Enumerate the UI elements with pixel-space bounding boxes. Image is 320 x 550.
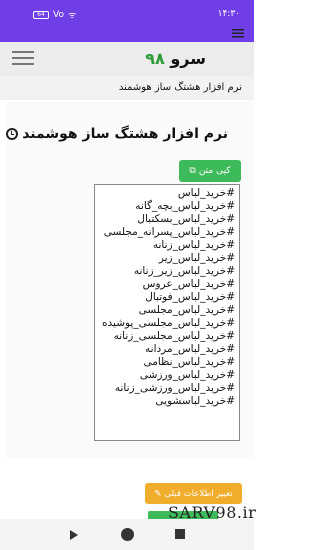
change-previous-info-button[interactable]: ✎ تغییر اطلاعات قبلی	[145, 483, 242, 504]
signal-icon: Vo	[53, 9, 64, 20]
back-icon[interactable]	[70, 530, 78, 540]
brand-logo[interactable]: سرو ۹۸	[145, 49, 206, 68]
brand-number: ۹۸	[145, 49, 165, 68]
wifi-icon: ᯤ	[67, 11, 77, 21]
clock-icon	[6, 128, 19, 140]
android-nav-bar	[0, 519, 254, 550]
top-band	[0, 26, 254, 42]
hashtags-textarea[interactable]: #خرید_لباس #خرید_لباس_بچه_گانه #خرید_لبا…	[94, 184, 240, 441]
copy-button-label: کپی متن	[198, 166, 231, 176]
hamburger-line-icon	[12, 63, 34, 65]
hamburger-line-icon	[12, 57, 34, 59]
brand-word: سرو	[170, 49, 206, 68]
status-time: ۱۴:۳۰	[217, 9, 240, 19]
status-bar: 64 Vo ᯤ ۱۴:۳۰	[0, 0, 254, 26]
battery-icon: 64	[33, 10, 49, 19]
copy-icon: ⧉	[189, 166, 196, 176]
card-title: نرم افزار هشتگ ساز هوشمند	[6, 126, 228, 142]
navbar: سرو ۹۸	[0, 42, 254, 76]
page-subtitle: نرم افزار هشتگ ساز هوشمند	[0, 76, 254, 100]
change-button-label: تغییر اطلاعات قبلی	[164, 488, 233, 499]
generator-card: نرم افزار هشتگ ساز هوشمند ⧉ کپی متن #خری…	[6, 102, 254, 458]
home-icon[interactable]	[121, 528, 134, 541]
status-icons: 64 Vo ᯤ	[33, 8, 76, 21]
menu-icon[interactable]	[232, 27, 244, 39]
pencil-icon: ✎	[154, 488, 162, 499]
copy-text-button[interactable]: ⧉ کپی متن	[179, 160, 241, 182]
card-title-text: نرم افزار هشتگ ساز هوشمند	[22, 126, 228, 142]
hamburger-menu-button[interactable]	[12, 51, 34, 65]
recents-icon[interactable]	[175, 529, 185, 539]
watermark: SARV98.ir	[168, 503, 257, 522]
hamburger-line-icon	[12, 51, 34, 53]
